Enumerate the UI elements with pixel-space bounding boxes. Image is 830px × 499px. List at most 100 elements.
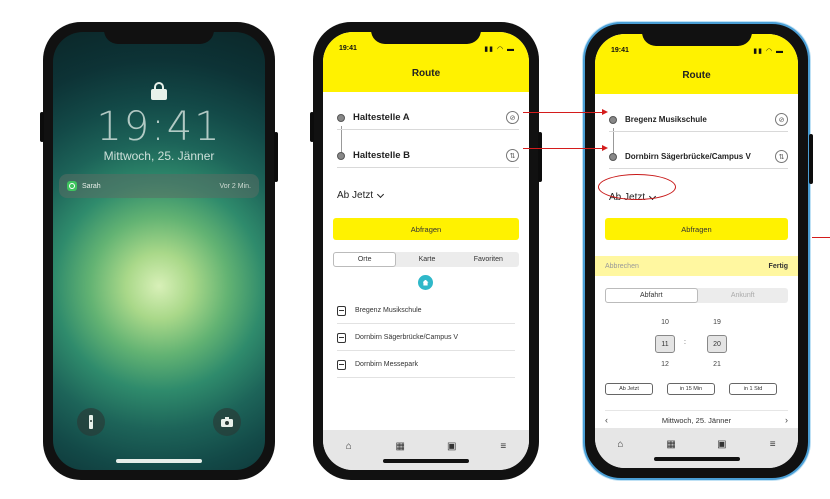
- date-next-button[interactable]: ›: [785, 415, 788, 425]
- stop-b-field[interactable]: Haltestelle B ⇅: [337, 144, 519, 168]
- annotation-arrowhead: [602, 145, 608, 151]
- quick-15min-button[interactable]: in 15 Min: [667, 383, 715, 395]
- date-label: Mittwoch, 25. Jänner: [661, 415, 732, 425]
- home-indicator: [116, 459, 202, 463]
- bottom-tabbar: ⌂ ▦ ▣ ≡: [323, 430, 529, 470]
- favorite-item[interactable]: Bregenz Musikschule: [337, 298, 515, 324]
- stop-b-label: Haltestelle B: [353, 150, 411, 161]
- minute-next[interactable]: 21: [707, 361, 727, 368]
- page-title: Route: [682, 70, 711, 81]
- chevron-down-icon: [377, 190, 385, 198]
- flashlight-button[interactable]: [77, 408, 105, 436]
- home-indicator: [383, 459, 469, 463]
- mode-tabs: Abfahrt Ankunft: [605, 288, 788, 303]
- hour-current[interactable]: 11: [655, 335, 675, 353]
- camera-button[interactable]: [213, 408, 241, 436]
- minute-current[interactable]: 20: [707, 335, 727, 353]
- power-button: [274, 132, 278, 182]
- route-screen: 19:41 ▮▮ ◠ ▬ Route Haltestelle A ⊘ Halte…: [323, 32, 529, 470]
- date-row: ‹ Mittwoch, 25. Jänner ›: [605, 410, 788, 430]
- tab-ankunft[interactable]: Ankunft: [698, 288, 789, 303]
- bus-icon: [337, 332, 346, 343]
- home-indicator: [653, 457, 740, 461]
- swap-button[interactable]: ⇅: [775, 150, 788, 163]
- favorite-item[interactable]: Dornbirn Messepark: [337, 352, 515, 378]
- status-icons: ▮▮ ◠ ▬: [753, 48, 784, 55]
- hour-prev[interactable]: 10: [655, 319, 675, 326]
- quick-1h-button[interactable]: in 1 Std: [729, 383, 777, 395]
- phone-route-start: 19:41 ▮▮ ◠ ▬ Route Haltestelle A ⊘ Halte…: [310, 22, 542, 480]
- picker-cancel-button[interactable]: Abbrechen: [605, 263, 639, 270]
- power-button: [809, 134, 813, 184]
- calendar-icon[interactable]: ▣: [716, 438, 728, 450]
- tab-favoriten[interactable]: Favoriten: [458, 252, 519, 267]
- stop-a-field[interactable]: Haltestelle A ⊘: [337, 106, 519, 130]
- hour-next[interactable]: 12: [655, 361, 675, 368]
- lockscreen-wallpaper: 19:41 Mittwoch, 25. Jänner Sarah Vor 2 M…: [53, 32, 265, 470]
- tab-orte[interactable]: Orte: [333, 252, 397, 267]
- status-time: 19:41: [611, 47, 629, 54]
- locate-button[interactable]: ⊘: [775, 113, 788, 126]
- phone-route-picker: 19:41 ▮▮ ◠ ▬ Route Bregenz Musikschule ⊘…: [583, 22, 813, 480]
- minute-prev[interactable]: 19: [707, 319, 727, 326]
- menu-icon[interactable]: ≡: [497, 440, 509, 452]
- map-icon[interactable]: ▦: [394, 440, 406, 452]
- whatsapp-icon: [67, 181, 77, 191]
- query-button[interactable]: Abfragen: [605, 218, 788, 240]
- tab-abfahrt[interactable]: Abfahrt: [605, 288, 698, 303]
- power-button: [538, 132, 542, 182]
- phone-notch: [104, 22, 214, 44]
- route-picker-screen: 19:41 ▮▮ ◠ ▬ Route Bregenz Musikschule ⊘…: [595, 34, 798, 468]
- time-separator: :: [684, 339, 686, 346]
- status-icons: ▮▮ ◠ ▬: [484, 46, 515, 53]
- bus-icon: [337, 359, 346, 370]
- stop-dot-icon: [609, 115, 617, 124]
- locate-button[interactable]: ⊘: [506, 111, 519, 124]
- lock-time: 19:41: [96, 104, 222, 150]
- stop-b-field[interactable]: Dornbirn Sägerbrücke/Campus V ⇅: [609, 145, 788, 169]
- home-fab-icon[interactable]: [418, 275, 433, 290]
- stop-dot-icon: [609, 152, 617, 161]
- home-icon[interactable]: ⌂: [343, 440, 355, 452]
- favorite-label: Dornbirn Sägerbrücke/Campus V: [355, 334, 459, 341]
- annotation-arrowhead: [602, 109, 608, 115]
- picker-toolbar: Abbrechen Fertig: [595, 256, 798, 276]
- calendar-icon[interactable]: ▣: [446, 440, 458, 452]
- home-icon[interactable]: ⌂: [614, 438, 626, 450]
- bottom-tabbar: ⌂ ▦ ▣ ≡: [595, 428, 798, 468]
- flashlight-icon: [89, 415, 93, 429]
- map-icon[interactable]: ▦: [665, 438, 677, 450]
- stop-dot-icon: [337, 113, 345, 122]
- stop-dot-icon: [337, 151, 345, 160]
- favorite-label: Dornbirn Messepark: [355, 361, 419, 368]
- favorite-label: Bregenz Musikschule: [355, 307, 422, 314]
- phone-notch: [371, 22, 481, 44]
- swap-button[interactable]: ⇅: [506, 149, 519, 162]
- menu-icon[interactable]: ≡: [767, 438, 779, 450]
- phone-lockscreen: 19:41 Mittwoch, 25. Jänner Sarah Vor 2 M…: [40, 22, 278, 480]
- page-title: Route: [411, 68, 441, 79]
- notification-sender: Sarah: [82, 182, 101, 190]
- notification-banner[interactable]: Sarah Vor 2 Min.: [59, 174, 259, 198]
- lock-date: Mittwoch, 25. Jänner: [103, 149, 215, 163]
- stop-a-field[interactable]: Bregenz Musikschule ⊘: [609, 108, 788, 132]
- notification-time: Vor 2 Min.: [219, 182, 251, 190]
- annotation-arrow-c: [812, 237, 830, 239]
- mockup-canvas: 19:41 Mittwoch, 25. Jänner Sarah Vor 2 M…: [0, 0, 830, 499]
- quick-now-button[interactable]: Ab Jetzt: [605, 383, 653, 395]
- status-time: 19:41: [339, 45, 357, 52]
- time-selector[interactable]: Ab Jetzt: [337, 190, 385, 201]
- tab-karte[interactable]: Karte: [396, 252, 457, 267]
- favorite-item[interactable]: Dornbirn Sägerbrücke/Campus V: [337, 325, 515, 351]
- phone-notch: [641, 24, 752, 46]
- volume-button: [310, 112, 314, 142]
- place-tabs: Orte Karte Favoriten: [333, 252, 519, 267]
- query-button[interactable]: Abfragen: [333, 218, 519, 240]
- camera-icon: [221, 417, 233, 427]
- lock-icon: [151, 82, 167, 100]
- picker-done-button[interactable]: Fertig: [769, 263, 788, 270]
- annotation-ellipse: [598, 174, 676, 200]
- stop-a-label: Bregenz Musikschule: [625, 115, 707, 124]
- volume-button: [40, 112, 44, 142]
- stop-b-label: Dornbirn Sägerbrücke/Campus V: [625, 152, 751, 161]
